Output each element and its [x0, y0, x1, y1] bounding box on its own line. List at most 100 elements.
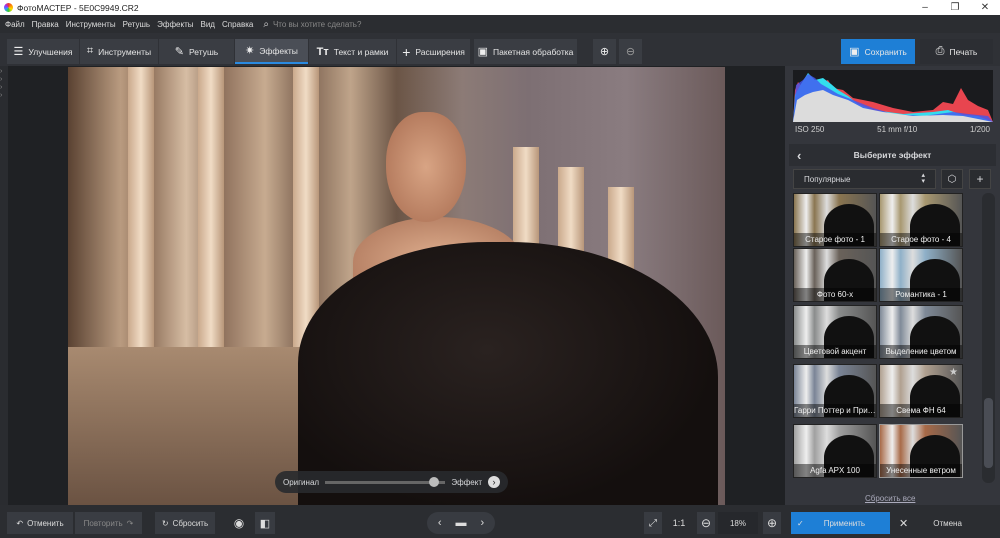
effect-label: Старое фото - 4: [880, 233, 962, 246]
effect-thumbnail[interactable]: Свема ФН 64 ★: [879, 364, 963, 418]
tab-effects[interactable]: ✷ Эффекты: [235, 39, 308, 64]
before-after-slider[interactable]: Оригинал Эффект ›: [275, 471, 508, 493]
effect-label: Гарри Поттер и Принц-полукровка: [794, 404, 876, 417]
zoom-in-button[interactable]: ⊕: [763, 512, 781, 534]
effect-thumbnail[interactable]: Гарри Поттер и Принц-полукровка: [793, 364, 877, 418]
histogram: [793, 70, 993, 122]
batch-label: Пакетная обработка: [493, 46, 574, 57]
effect-label: Романтика - 1: [880, 288, 962, 301]
compare-track[interactable]: [325, 476, 446, 487]
maximize-button[interactable]: ❐: [940, 0, 970, 15]
tab-label: Эффекты: [259, 45, 298, 56]
apply-button[interactable]: ✓ Применить: [791, 512, 890, 534]
prev-photo-icon[interactable]: ‹: [438, 517, 442, 529]
effect-label: Эффект: [451, 477, 482, 487]
save-button[interactable]: ▣ Сохранить: [841, 39, 915, 64]
tab-extensions[interactable]: + Расширения: [397, 39, 470, 64]
reset-icon: ↻: [161, 518, 169, 528]
menu-retouch[interactable]: Ретушь: [123, 20, 151, 29]
download-preset-icon: ⊖: [625, 46, 636, 58]
title-bar: ФотоМАСТЕР - 5E0C9949.CR2 – ❐ ✕: [0, 0, 1000, 15]
main-toolbar: ☰ Улучшения ⌗ Инструменты ✎ Ретушь ✷ Эффекты…: [0, 33, 1000, 66]
shutter-value: 1/200: [969, 125, 990, 134]
zoom-out-button[interactable]: ⊖: [697, 512, 715, 534]
compare-handle[interactable]: [429, 476, 440, 487]
redo-button[interactable]: Повторить ↷: [75, 512, 142, 534]
add-preset-icon: ⊕: [599, 46, 610, 58]
tab-retouch[interactable]: ✎ Ретушь: [159, 39, 234, 64]
effect-thumbnail[interactable]: Цветовой акцент: [793, 305, 877, 359]
arrow-right-icon[interactable]: ›: [488, 476, 500, 488]
effect-thumbnail[interactable]: Старое фото - 4: [879, 193, 963, 247]
category-select[interactable]: Популярные ▴ ▾: [793, 169, 936, 189]
preview-eye-button[interactable]: ◉: [229, 512, 249, 534]
search-input[interactable]: Что вы хотите сделать?: [273, 20, 361, 29]
reset-button[interactable]: ↻ Сбросить: [155, 512, 215, 534]
folder-icon[interactable]: ▬: [456, 517, 467, 529]
close-button[interactable]: ✕: [970, 0, 1000, 15]
tab-label: Текст и рамки: [333, 46, 389, 57]
next-photo-icon[interactable]: ›: [481, 517, 485, 529]
menu-help[interactable]: Справка: [222, 20, 253, 29]
tab-enhancements[interactable]: ☰ Улучшения: [7, 39, 79, 64]
effect-thumbnail[interactable]: Старое фото - 1: [793, 193, 877, 247]
effect-thumbnail[interactable]: Фото 60-х: [793, 248, 877, 302]
effects-title: Выберите эффект: [853, 150, 932, 160]
app-logo-icon: [4, 3, 13, 12]
collapse-panel-arrows[interactable]: › › › ›: [0, 66, 8, 505]
split-view-icon: ◧: [259, 517, 271, 530]
sliders-icon: ☰: [13, 46, 24, 58]
effect-thumbnail[interactable]: Agfa APX 100: [793, 424, 877, 478]
reset-all-link[interactable]: Сбросить все: [865, 494, 915, 503]
menu-effects[interactable]: Эффекты: [157, 20, 193, 29]
search-icon: ⌕: [263, 18, 269, 30]
effect-thumbnail[interactable]: Унесенные ветром: [879, 424, 963, 478]
updown-arrows-icon: ▴ ▾: [921, 172, 925, 185]
load-preset-button[interactable]: ⊖: [619, 39, 642, 64]
menu-tools[interactable]: Инструменты: [66, 20, 116, 29]
compare-split-button[interactable]: ◧: [255, 512, 275, 534]
scrollbar-thumb[interactable]: [984, 398, 993, 468]
back-arrow-icon[interactable]: ‹: [797, 148, 801, 163]
tab-text-frames[interactable]: Tт Текст и рамки: [309, 39, 396, 64]
effect-thumbnail[interactable]: Романтика - 1: [879, 248, 963, 302]
effects-header: ‹ Выберите эффект: [789, 144, 996, 166]
tab-label: Улучшения: [28, 46, 73, 57]
cancel-button[interactable]: ✕ Отмена: [893, 512, 993, 534]
floppy-icon: ▣: [849, 46, 860, 58]
redo-label: Повторить: [83, 518, 123, 528]
random-effect-button[interactable]: ⬡: [941, 169, 963, 189]
effect-label: Выделение цветом: [880, 345, 962, 358]
undo-button[interactable]: ↶ Отменить: [7, 512, 73, 534]
fit-screen-icon: ⤢: [649, 517, 657, 529]
tab-label: Ретушь: [188, 46, 219, 57]
undo-icon: ↶: [16, 518, 24, 528]
favorite-star-icon[interactable]: ★: [949, 367, 958, 378]
search-box[interactable]: ⌕ Что вы хотите сделать?: [263, 19, 361, 30]
menu-file[interactable]: Файл: [5, 20, 25, 29]
effects-scrollbar[interactable]: [982, 193, 995, 483]
menu-view[interactable]: Вид: [200, 20, 214, 29]
photo-preview[interactable]: [68, 67, 725, 505]
fit-screen-button[interactable]: ⤢: [644, 512, 662, 534]
zoom-1to1-button[interactable]: 1:1: [668, 512, 690, 534]
text-icon: Tт: [316, 45, 329, 58]
dice-icon: ⬡: [947, 173, 957, 185]
check-icon: ✓: [797, 518, 804, 528]
minimize-button[interactable]: –: [910, 0, 940, 15]
effect-label: Цветовой акцент: [794, 345, 876, 358]
window-title: ФотоМАСТЕР - 5E0C9949.CR2: [17, 2, 139, 13]
iso-value: ISO 250: [795, 125, 825, 134]
effect-label: Унесенные ветром: [880, 464, 962, 477]
menu-edit[interactable]: Правка: [32, 20, 59, 29]
zoom-value[interactable]: 18%: [718, 512, 758, 534]
print-button[interactable]: ⎙ Печать: [920, 39, 993, 64]
effect-thumbnail[interactable]: Выделение цветом: [879, 305, 963, 359]
plus-icon: +: [402, 43, 411, 60]
batch-processing-button[interactable]: ▣ Пакетная обработка: [474, 39, 577, 64]
add-preset-button[interactable]: ⊕: [593, 39, 616, 64]
tab-tools[interactable]: ⌗ Инструменты: [80, 39, 158, 64]
add-effect-button[interactable]: +: [969, 169, 991, 189]
plus-icon: +: [976, 172, 984, 186]
lens-value: 51 mm f/10: [877, 125, 918, 134]
